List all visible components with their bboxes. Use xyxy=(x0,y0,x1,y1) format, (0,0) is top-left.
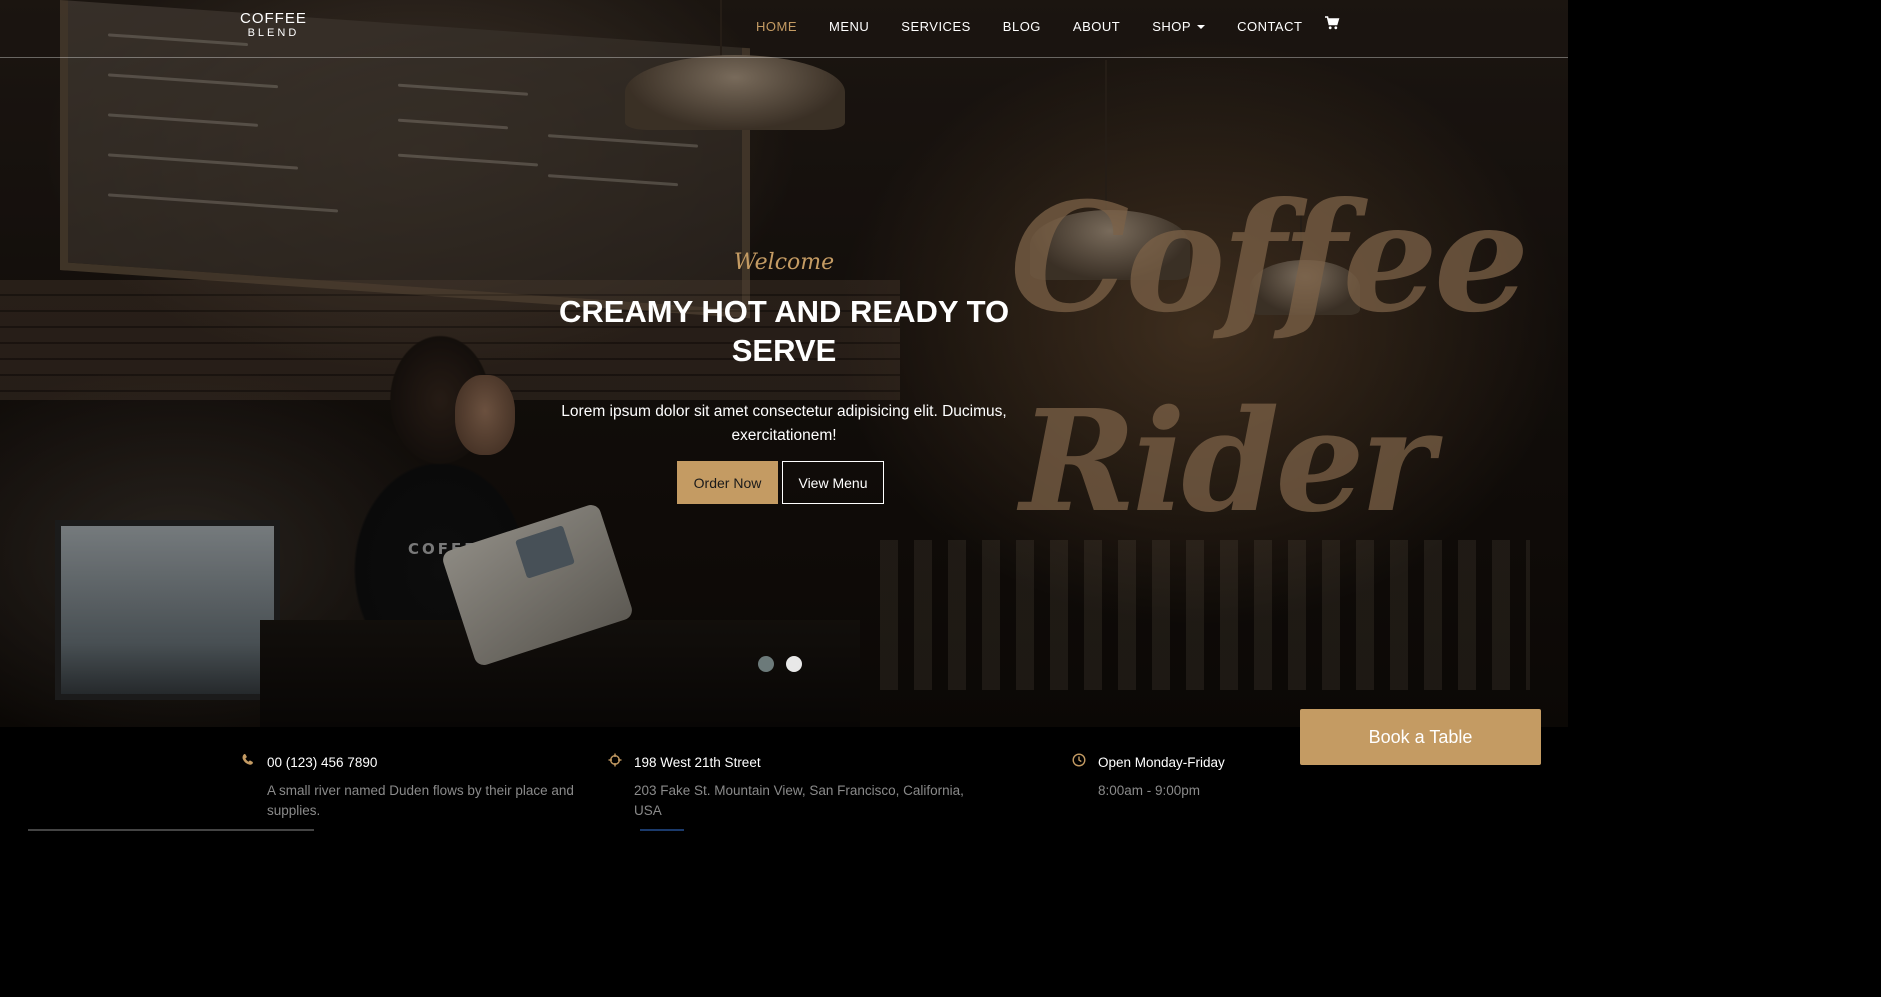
brand-name-line2: BLEND xyxy=(247,27,300,39)
carousel-dots xyxy=(758,656,802,672)
brand-logo[interactable]: COFFEE BLEND xyxy=(240,10,307,40)
book-a-table-button[interactable]: Book a Table xyxy=(1300,709,1541,765)
nav-item-shop-label: SHOP xyxy=(1152,18,1192,34)
carousel-dot-2[interactable] xyxy=(786,656,802,672)
hero-title: CREAMY HOT AND READY TO SERVE xyxy=(558,294,1010,368)
nav-item-services[interactable]: SERVICES xyxy=(885,19,987,34)
info-phone-title: 00 (123) 456 7890 xyxy=(267,755,378,770)
nav-item-home[interactable]: HOME xyxy=(740,19,813,34)
nav-item-menu[interactable]: MENU xyxy=(813,19,885,34)
info-address-title: 198 West 21th Street xyxy=(634,755,761,770)
nav-item-about[interactable]: ABOUT xyxy=(1057,19,1136,34)
view-menu-button[interactable]: View Menu xyxy=(782,461,884,504)
info-address-text: 203 Fake St. Mountain View, San Francisc… xyxy=(634,783,964,818)
info-hours-title: Open Monday-Friday xyxy=(1098,755,1225,770)
bottom-scroll-mark xyxy=(640,829,684,831)
info-hours-text: 8:00am - 9:00pm xyxy=(1098,783,1201,798)
nav-item-blog[interactable]: BLOG xyxy=(987,19,1057,34)
main-nav: HOME MENU SERVICES BLOG ABOUT SHOP CONTA… xyxy=(740,15,1340,34)
clock-icon xyxy=(1072,753,1086,767)
info-phone-text: A small river named Duden flows by their… xyxy=(267,783,574,818)
shopping-cart-icon[interactable] xyxy=(1324,15,1340,31)
top-navbar: COFFEE BLEND HOME MENU SERVICES BLOG ABO… xyxy=(0,0,1568,58)
bottom-scroll-line xyxy=(28,829,314,831)
location-crosshair-icon xyxy=(608,753,622,767)
order-now-button[interactable]: Order Now xyxy=(677,461,778,504)
chevron-down-icon xyxy=(1197,25,1206,30)
nav-item-shop[interactable]: SHOP xyxy=(1136,19,1221,34)
carousel-dot-1[interactable] xyxy=(758,656,774,672)
hero-welcome-script: Welcome xyxy=(733,250,835,275)
hero-subtitle: Lorem ipsum dolor sit amet consectetur a… xyxy=(561,403,1007,444)
phone-icon xyxy=(242,754,253,765)
nav-item-contact[interactable]: CONTACT xyxy=(1221,19,1318,34)
brand-name-line1: COFFEE xyxy=(240,10,307,27)
